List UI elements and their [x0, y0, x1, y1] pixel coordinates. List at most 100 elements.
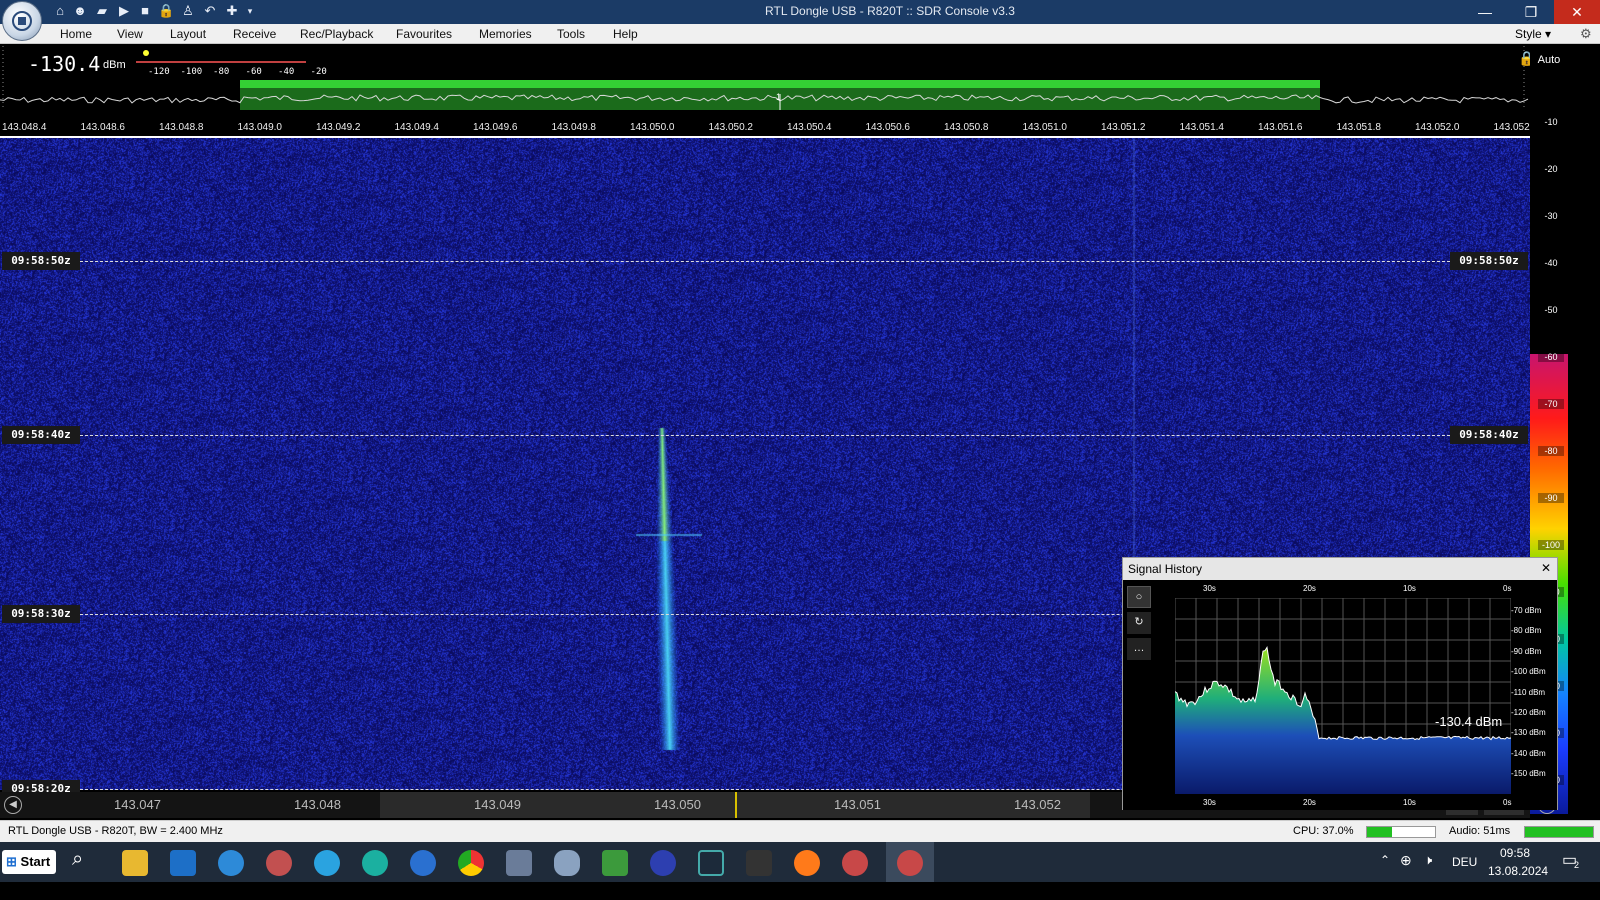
menu-layout[interactable]: Layout — [170, 27, 206, 41]
app-menu-button[interactable] — [2, 1, 42, 41]
freq-tick-label: 143.051.0 — [1022, 122, 1068, 133]
level-scale-label: -30 — [1544, 211, 1558, 221]
cpu-meter-fill — [1367, 827, 1393, 837]
overview-freq-label: 143.050 — [654, 797, 701, 812]
record-icon[interactable]: ○ — [1127, 586, 1151, 608]
clock-date[interactable]: 13.08.2024 — [1488, 864, 1548, 878]
level-scale-label: -70 — [1538, 399, 1564, 409]
close-button[interactable]: ✕ — [1554, 0, 1600, 24]
antenna-icon[interactable]: ♙ — [180, 3, 196, 19]
compass-icon[interactable] — [650, 850, 676, 876]
chevron-up-icon[interactable]: ⌃ — [1380, 853, 1390, 867]
add-icon[interactable]: ✚ — [224, 3, 240, 19]
overview-freq-label: 143.048 — [294, 797, 341, 812]
time-gridline — [80, 261, 1450, 262]
cpu-status: CPU: 37.0% — [1293, 825, 1354, 837]
menu-help[interactable]: Help — [613, 27, 638, 41]
menu-home[interactable]: Home — [60, 27, 92, 41]
speaker-muted-icon[interactable]: 🕨 — [1424, 852, 1432, 868]
filter-band-top — [240, 80, 1320, 88]
freq-tick-label: 143.048.6 — [80, 122, 126, 133]
signal-history-body: ○ ↻ … 30s 30s 20s 20s 10s 10s 0s 0s -70 dBm -80 d… — [1123, 580, 1557, 810]
freq-tick-label: 143.049.2 — [316, 122, 361, 133]
settings-gear-icon[interactable]: ⚙ — [1580, 26, 1592, 42]
undo-icon[interactable]: ↶ — [202, 3, 218, 19]
status-bar: RTL Dongle USB - R820T, BW = 2.400 MHz C… — [0, 820, 1600, 842]
vs-code-icon[interactable] — [170, 850, 196, 876]
chevron-down-icon[interactable]: ▾ — [242, 3, 258, 19]
time-label-left: 09:58:30z — [2, 605, 80, 623]
search-icon[interactable]: ⌕ — [72, 848, 83, 871]
menu-favourites[interactable]: Favourites — [396, 27, 452, 41]
signal-history-title: Signal History — [1128, 562, 1203, 576]
edge-icon[interactable] — [362, 850, 388, 876]
level-readout: -130.4 — [28, 52, 101, 76]
level-scale-label: -60 — [1538, 352, 1564, 362]
menu-view[interactable]: View — [117, 27, 143, 41]
file-explorer-icon[interactable] — [122, 850, 148, 876]
notepad-icon[interactable] — [602, 850, 628, 876]
time-label-right: 09:58:50z — [1450, 252, 1528, 270]
lock-icon[interactable]: 🔒 — [158, 3, 174, 19]
sdr-app-icon[interactable] — [842, 850, 868, 876]
history-level-label: -120 dBm — [1511, 708, 1546, 717]
history-time-label-bottom: 0s — [1503, 798, 1512, 807]
time-label-left: 09:58:40z — [2, 426, 80, 444]
freq-tick-label: 143.051.8 — [1336, 122, 1382, 133]
firefox-icon[interactable] — [794, 850, 820, 876]
signal-history-panel: Signal History ✕ ○ ↻ … 30s 30s 20s 20s 10s 10… — [1122, 557, 1558, 810]
more-options-icon[interactable]: … — [1127, 638, 1151, 660]
minimize-button[interactable]: — — [1462, 0, 1508, 24]
history-time-label-bottom: 30s — [1203, 798, 1216, 807]
frequency-axis: 143.048.4 143.048.6 143.048.8 143.049.0 143.… — [0, 122, 1538, 136]
home-icon[interactable]: ⌂ — [52, 3, 68, 19]
menu-tools[interactable]: Tools — [557, 27, 585, 41]
chrome-icon[interactable] — [458, 850, 484, 876]
audio-meter — [1524, 826, 1594, 838]
menu-receive[interactable]: Receive — [233, 27, 276, 41]
reset-icon[interactable]: ↻ — [1127, 612, 1151, 634]
language-indicator[interactable]: DEU — [1452, 855, 1477, 869]
signal-history-close-button[interactable]: ✕ — [1541, 561, 1551, 575]
app-icon-1[interactable] — [218, 850, 244, 876]
freq-tick-label: 143.049.8 — [551, 122, 597, 133]
overview-tuning-marker — [735, 792, 737, 818]
antenna-app-icon[interactable] — [698, 850, 724, 876]
auto-scale-button[interactable]: Auto — [1530, 50, 1568, 70]
phone-icon[interactable] — [410, 850, 436, 876]
window-title: RTL Dongle USB - R820T :: SDR Console v3… — [765, 4, 1015, 18]
history-time-label-bottom: 10s — [1403, 798, 1416, 807]
level-unit: dBm — [103, 59, 126, 71]
freq-tick-label: 143.049.6 — [473, 122, 518, 133]
overview-freq-label: 143.047 — [114, 797, 161, 812]
signal-history-header: Signal History ✕ — [1123, 558, 1557, 580]
menu-memories[interactable]: Memories — [479, 27, 532, 41]
start-button[interactable]: ⊞ Start — [2, 850, 56, 874]
clock-time[interactable]: 09:58 — [1500, 846, 1530, 860]
terminal-icon[interactable] — [746, 850, 772, 876]
scroll-left-button[interactable]: ◀ — [4, 796, 22, 814]
style-label: Style — [1515, 27, 1542, 41]
users-icon[interactable]: ☻ — [72, 3, 88, 19]
device-status: RTL Dongle USB - R820T, BW = 2.400 MHz — [8, 825, 223, 837]
style-menu[interactable]: Style ▾ — [1515, 27, 1551, 41]
stop-icon[interactable]: ■ — [137, 3, 153, 19]
level-scale-label: -90 — [1538, 493, 1564, 503]
filter-marker: 1 — [776, 92, 782, 102]
active-task[interactable] — [886, 842, 934, 882]
history-level-label: -110 dBm — [1511, 687, 1546, 697]
chat-icon[interactable] — [554, 850, 580, 876]
taskbar: ⊞ Start ⌕ ⌃ ⊕ 🕨 DEU 09:58 13.08.2024 ▭ 2 — [0, 842, 1600, 882]
maximize-button[interactable]: ❐ — [1508, 0, 1554, 24]
history-time-label-top: 0s — [1503, 584, 1512, 593]
folder-icon[interactable]: ▰ — [94, 3, 110, 19]
play-icon[interactable]: ▶ — [116, 3, 132, 19]
telegram-icon[interactable] — [314, 850, 340, 876]
network-icon[interactable]: ⊕ — [1400, 852, 1412, 869]
history-level-label: -80 dBm — [1511, 626, 1542, 636]
history-level-label: -130 dBm — [1511, 728, 1546, 738]
history-level-label: -90 dBm — [1511, 646, 1542, 656]
menu-rec-playback[interactable]: Rec/Playback — [300, 27, 373, 41]
network-app-icon[interactable] — [506, 850, 532, 876]
app-icon-2[interactable] — [266, 850, 292, 876]
